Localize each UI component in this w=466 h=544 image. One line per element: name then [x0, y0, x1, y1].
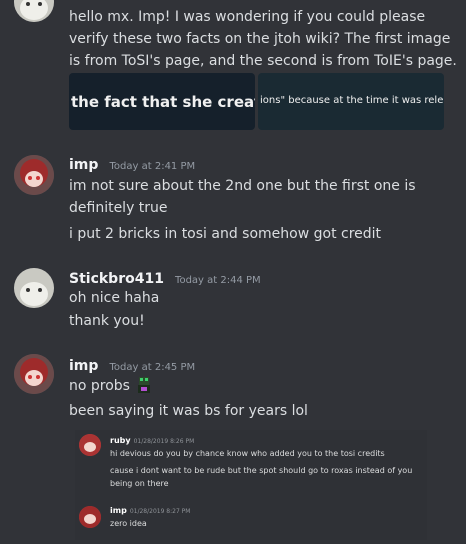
embed-header: imp 01/28/2019 8:27 PM	[110, 506, 190, 515]
message-line: verify these two facts on the jtoh wiki?…	[69, 31, 451, 47]
sprite-emoji-icon[interactable]	[135, 375, 153, 395]
cat-avatar-icon[interactable]	[14, 268, 54, 308]
message-line: definitely true	[69, 200, 168, 216]
message-header: imp Today at 2:41 PM	[69, 154, 195, 173]
message-line: been saying it was bs for years lol	[69, 403, 308, 419]
message-line: thank you!	[69, 313, 145, 329]
image-attachment-1[interactable]: the fact that she create	[69, 73, 255, 130]
embed-timestamp: 01/28/2019 8:27 PM	[129, 508, 191, 515]
image-attachment-2[interactable]: ions" because at the time it was relea	[258, 73, 444, 130]
embed-line: being on there	[110, 479, 169, 488]
ruby-avatar-icon	[79, 434, 101, 456]
imp-avatar-icon[interactable]	[14, 155, 54, 195]
message-line: i put 2 bricks in tosi and somehow got c…	[69, 226, 382, 242]
attachment-text: ions" because at the time it was relea	[260, 95, 444, 106]
cat-avatar-icon[interactable]	[14, 0, 54, 22]
timestamp: Today at 2:45 PM	[109, 362, 196, 373]
username[interactable]: imp	[69, 157, 98, 173]
imp-avatar-icon[interactable]	[14, 354, 54, 394]
message-line: im not sure about the 2nd one but the fi…	[69, 178, 416, 194]
screenshot-attachment[interactable]: ruby 01/28/2019 8:26 PM hi devious do you…	[75, 430, 427, 540]
message-line: is from ToSI's page, and the second is f…	[69, 53, 457, 69]
username[interactable]: imp	[69, 358, 98, 374]
message-header: imp Today at 2:45 PM	[69, 355, 195, 374]
embed-username: ruby	[110, 436, 131, 445]
embed-line: cause i dont want to be rude but the spo…	[110, 466, 413, 475]
message-line: hello mx. Imp! I was wondering if you co…	[69, 9, 426, 25]
message-line: no probs	[69, 378, 130, 394]
imp-avatar-icon	[79, 506, 101, 528]
timestamp: Today at 2:41 PM	[109, 161, 196, 172]
embed-username: imp	[110, 506, 127, 515]
attachment-text: the fact that she create	[71, 93, 255, 111]
embed-header: ruby 01/28/2019 8:26 PM	[110, 436, 194, 445]
embed-timestamp: 01/28/2019 8:26 PM	[133, 438, 195, 445]
message-header: Stickbro411 Today at 2:44 PM	[69, 268, 261, 287]
embed-line: zero idea	[110, 519, 147, 528]
embed-line: hi devious do you by chance know who add…	[110, 449, 385, 458]
message-line: oh nice haha	[69, 290, 160, 306]
username[interactable]: Stickbro411	[69, 271, 164, 287]
timestamp: Today at 2:44 PM	[175, 275, 261, 286]
